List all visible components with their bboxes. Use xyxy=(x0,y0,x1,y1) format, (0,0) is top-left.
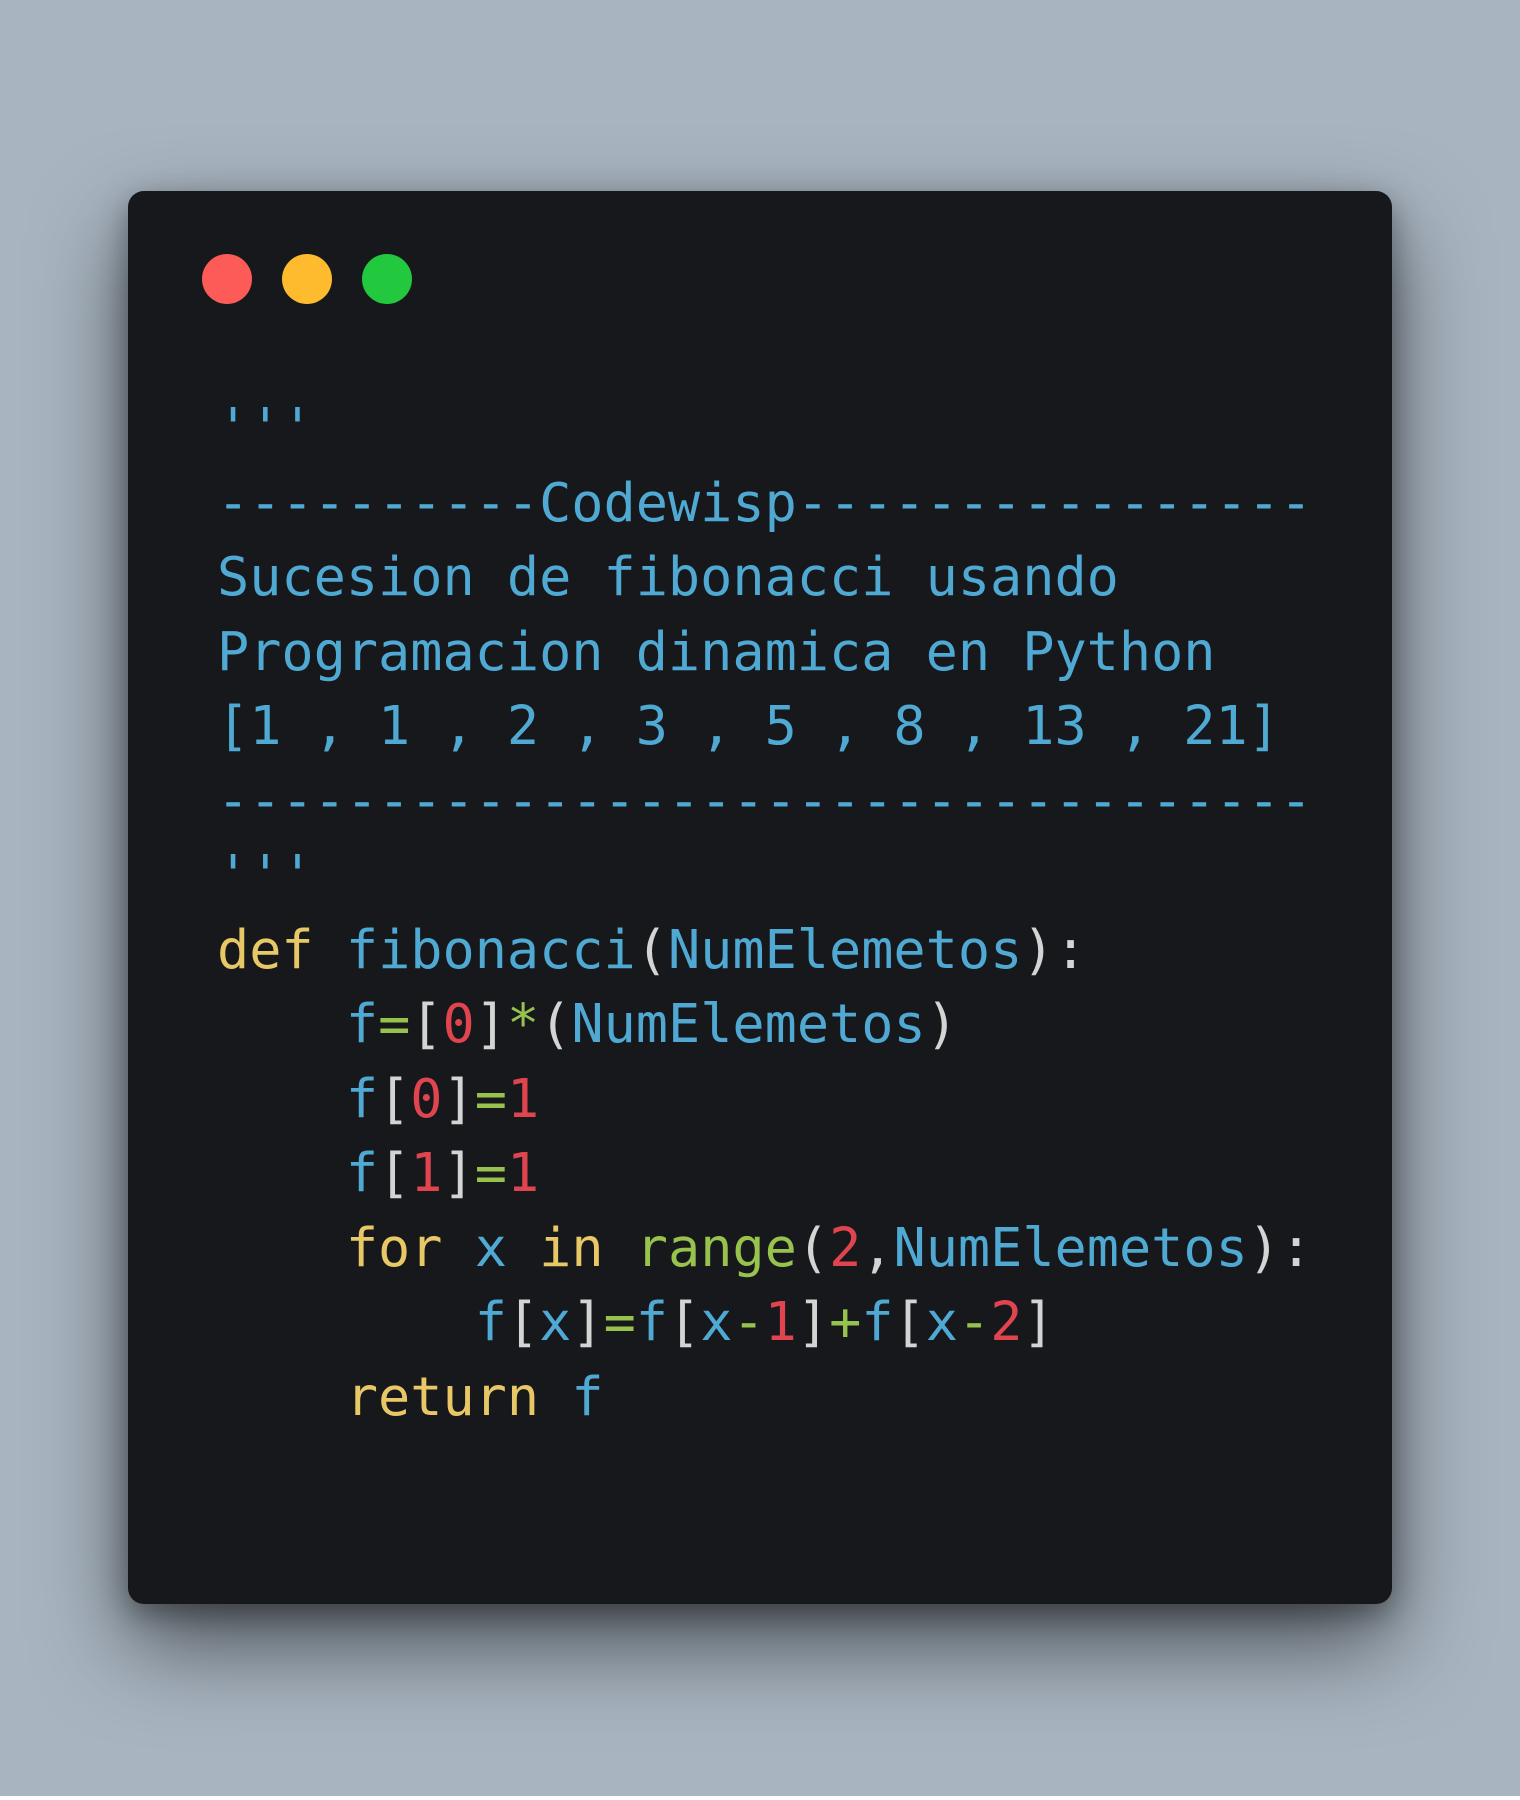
assign-op: = xyxy=(603,1290,636,1353)
var-f: f xyxy=(345,992,379,1055)
in-keyword: in xyxy=(539,1215,604,1279)
paren-close: ) xyxy=(925,992,958,1055)
code-line-for: for x in range(2,NumElemetos): xyxy=(217,1211,1312,1286)
parameter: NumElemetos xyxy=(893,1215,1248,1279)
bracket-close: ] xyxy=(571,1290,604,1353)
minus-op: - xyxy=(732,1290,765,1353)
docstring-line-1: Sucesion de fibonacci usando xyxy=(217,545,1119,608)
parameter: NumElemetos xyxy=(667,917,1023,981)
bracket-close: ] xyxy=(474,992,507,1055)
number: 0 xyxy=(442,992,475,1055)
paren-open: ( xyxy=(539,992,572,1055)
loop-var: x xyxy=(474,1215,507,1279)
code-line-return: return f xyxy=(217,1360,1312,1435)
assign-op: = xyxy=(474,1066,507,1130)
code-line-init: f=[0]*(NumElemetos) xyxy=(217,987,1312,1062)
bracket-open: [ xyxy=(410,992,443,1055)
minus-op: - xyxy=(957,1290,991,1353)
return-keyword: return xyxy=(345,1364,540,1428)
paren-open: ( xyxy=(796,1215,830,1279)
bracket-close: ] xyxy=(442,1141,475,1204)
code-line-f0: f[0]=1 xyxy=(217,1062,1312,1137)
docstring-close: ''' xyxy=(217,843,314,906)
index: 1 xyxy=(410,1141,443,1204)
paren-open: ( xyxy=(635,917,668,981)
docstring-line-2: Programacion dinamica en Python xyxy=(217,619,1216,683)
bottom-edge xyxy=(0,1796,1520,1800)
loop-var: x xyxy=(925,1290,958,1353)
bracket-open: [ xyxy=(668,1290,701,1353)
parameter: NumElemetos xyxy=(571,992,926,1055)
zoom-button[interactable] xyxy=(362,254,412,304)
bracket-open: [ xyxy=(378,1066,411,1130)
plus-op: + xyxy=(829,1290,862,1353)
var-f: f xyxy=(474,1290,507,1353)
number: 1 xyxy=(506,1066,540,1130)
bracket-open: [ xyxy=(378,1141,411,1204)
bracket-close: ] xyxy=(1022,1290,1055,1353)
var-f: f xyxy=(345,1141,379,1204)
minimize-button[interactable] xyxy=(282,254,332,304)
range-builtin: range xyxy=(635,1215,797,1279)
docstring-banner: ----------Codewisp---------------- xyxy=(217,470,1313,534)
code-line-def: def fibonacci(NumElemetos): xyxy=(217,913,1312,988)
close-button[interactable] xyxy=(202,254,252,304)
for-keyword: for xyxy=(345,1215,443,1279)
bracket-open: [ xyxy=(506,1290,540,1353)
number: 2 xyxy=(829,1215,862,1279)
number: 1 xyxy=(506,1141,540,1204)
bracket-open: [ xyxy=(893,1290,926,1353)
var-f: f xyxy=(571,1364,604,1428)
def-keyword: def xyxy=(217,917,314,981)
number: 1 xyxy=(764,1290,797,1353)
assign-op: = xyxy=(474,1141,507,1204)
code-block: ''' ----------Codewisp---------------- Suc… xyxy=(217,391,1312,1434)
code-line-f1: f[1]=1 xyxy=(217,1136,1312,1211)
def-tail: ): xyxy=(1022,917,1087,981)
bracket-close: ] xyxy=(796,1290,830,1353)
for-tail: ): xyxy=(1247,1215,1313,1279)
loop-var: x xyxy=(700,1290,733,1353)
docstring-open: ''' xyxy=(217,396,314,459)
comma: , xyxy=(861,1215,894,1279)
number: 2 xyxy=(990,1290,1023,1353)
function-name: fibonacci xyxy=(345,917,636,981)
code-line-body: f[x]=f[x-1]+f[x-2] xyxy=(217,1285,1312,1360)
assign-op: = xyxy=(378,992,411,1055)
var-f: f xyxy=(345,1066,379,1130)
index: 0 xyxy=(410,1066,443,1130)
loop-var: x xyxy=(539,1290,572,1353)
mul-op: * xyxy=(506,992,540,1055)
docstring-rule: ---------------------------------- xyxy=(217,768,1313,832)
bracket-close: ] xyxy=(442,1066,475,1130)
docstring-sequence: [1 , 1 , 2 , 3 , 5 , 8 , 13 , 21] xyxy=(217,694,1280,757)
var-f: f xyxy=(861,1290,894,1353)
var-f: f xyxy=(635,1290,668,1353)
code-window: ''' ----------Codewisp---------------- Suc… xyxy=(128,191,1392,1604)
